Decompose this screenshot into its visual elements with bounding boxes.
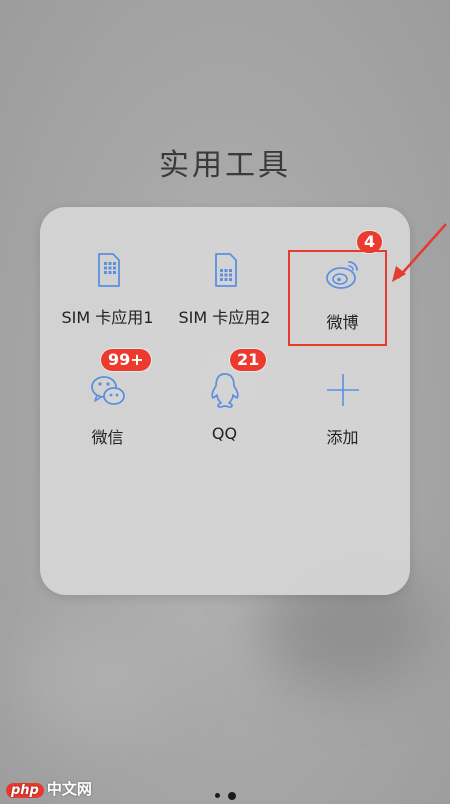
app-add[interactable]: 添加 [281, 370, 404, 448]
watermark-text: 中文网 [46, 780, 92, 798]
annotation-arrow-icon [392, 223, 447, 282]
wechat-icon [90, 376, 125, 405]
app-wechat[interactable]: 微信 [46, 370, 169, 448]
app-label: SIM 卡应用1 [61, 308, 154, 327]
app-sim-card-2[interactable]: SIM 卡应用2 [163, 250, 286, 328]
app-qq[interactable]: QQ [163, 370, 286, 443]
watermark-brand: php [6, 783, 44, 798]
background-blur [20, 620, 170, 740]
page-dot[interactable] [214, 793, 220, 798]
app-sim-card-1[interactable]: SIM 卡应用1 [46, 250, 169, 328]
page-indicator[interactable] [40, 785, 410, 804]
plus-icon [326, 374, 359, 406]
app-label: 添加 [326, 428, 359, 447]
page-dot-active[interactable] [227, 791, 236, 800]
sim-card-icon [97, 253, 120, 287]
folder-title: 实用工具 [159, 148, 291, 183]
wechat-badge: 99+ [101, 349, 151, 371]
sim-card-icon [214, 253, 237, 287]
qq-penguin-icon [210, 373, 239, 408]
qq-badge: 21 [230, 349, 267, 371]
watermark-logo: php 中文网 [6, 778, 92, 799]
app-label: SIM 卡应用2 [178, 308, 271, 327]
app-label: 微信 [91, 428, 124, 447]
app-label: QQ [211, 424, 238, 443]
annotation-highlight-box [288, 250, 387, 346]
